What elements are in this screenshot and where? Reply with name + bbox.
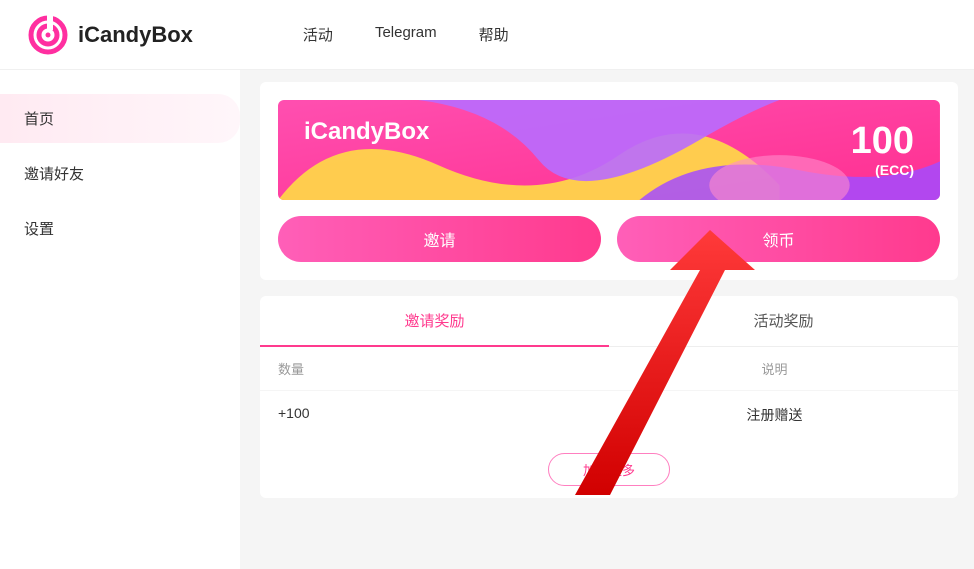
top-nav: 活动 Telegram 帮助 [303, 24, 509, 45]
nav-activity[interactable]: 活动 [303, 24, 333, 45]
brand-name: iCandyBox [78, 22, 193, 48]
rewards-card: 邀请奖励 活动奖励 数量 说明 +100 注册赠送 加载更多 [260, 296, 958, 498]
balance-amount: 100 [851, 122, 914, 160]
balance: 100 (ECC) [851, 122, 914, 178]
balance-banner: iCandyBox 100 (ECC) [278, 100, 940, 200]
sidebar: 首页 邀请好友 设置 [0, 70, 240, 569]
cell-qty: +100 [278, 405, 609, 425]
load-more-button[interactable]: 加载更多 [548, 453, 670, 486]
tab-activity-rewards[interactable]: 活动奖励 [609, 296, 958, 347]
nav-telegram[interactable]: Telegram [375, 24, 437, 45]
logo[interactable]: iCandyBox [28, 15, 193, 55]
nav-help[interactable]: 帮助 [479, 24, 509, 45]
tab-invite-rewards[interactable]: 邀请奖励 [260, 296, 609, 347]
cell-desc: 注册赠送 [609, 405, 940, 425]
sidebar-item-home[interactable]: 首页 [0, 94, 240, 143]
balance-unit: (ECC) [851, 162, 914, 178]
banner-title: iCandyBox [304, 118, 429, 146]
claim-button[interactable]: 领币 [617, 216, 940, 262]
banner-bg [278, 100, 940, 200]
sidebar-item-settings[interactable]: 设置 [0, 204, 240, 253]
col-header-desc: 说明 [609, 359, 940, 378]
header: iCandyBox 活动 Telegram 帮助 [0, 0, 974, 70]
col-header-qty: 数量 [278, 359, 609, 378]
rewards-tabs: 邀请奖励 活动奖励 [260, 296, 958, 347]
spiral-icon [28, 15, 68, 55]
invite-button[interactable]: 邀请 [278, 216, 601, 262]
table-header: 数量 说明 [260, 347, 958, 390]
load-more-wrap: 加载更多 [260, 439, 958, 490]
sidebar-item-invite[interactable]: 邀请好友 [0, 149, 240, 198]
banner-card: iCandyBox 100 (ECC) 邀请 领币 [260, 82, 958, 280]
main-content: iCandyBox 100 (ECC) 邀请 领币 邀请奖励 活动奖励 数量 说… [240, 70, 974, 569]
table-row: +100 注册赠送 [260, 390, 958, 439]
action-row: 邀请 领币 [278, 216, 940, 262]
